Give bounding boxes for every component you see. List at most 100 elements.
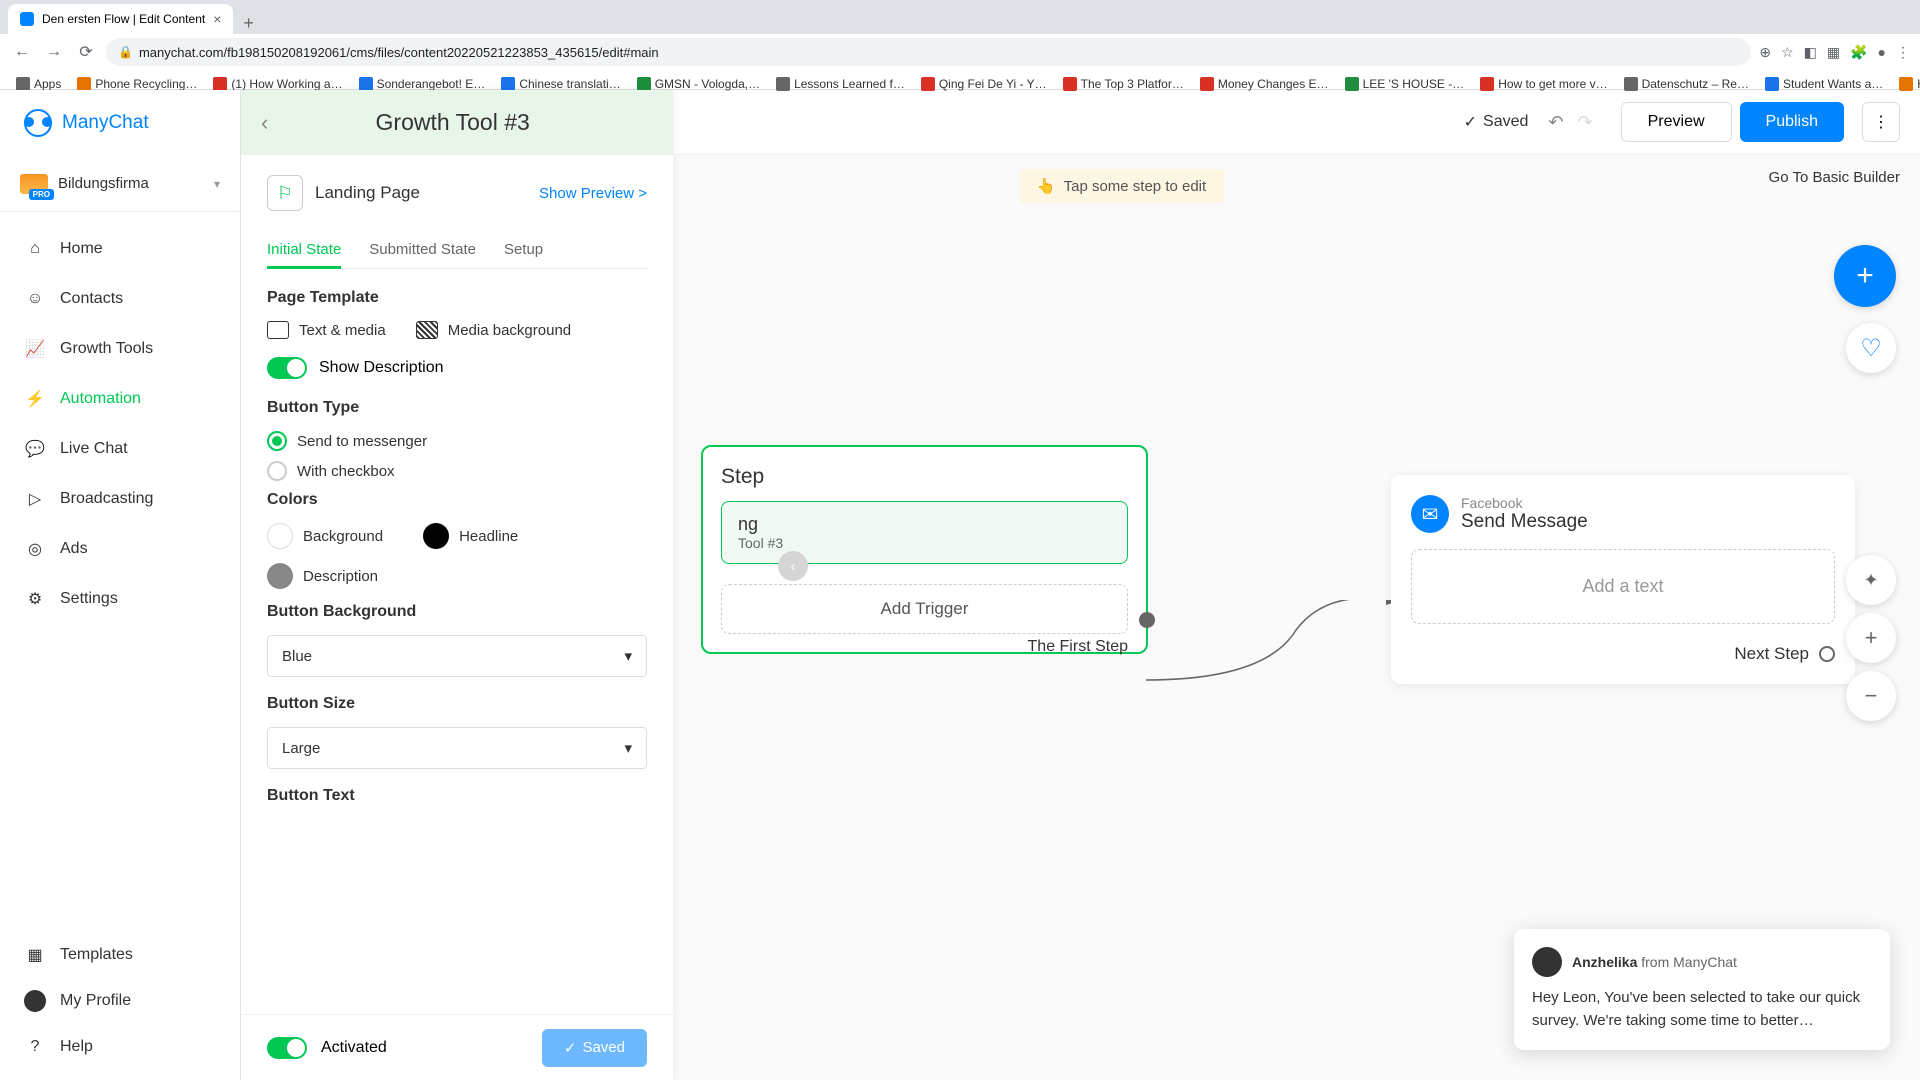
- tab-initial-state[interactable]: Initial State: [267, 231, 341, 268]
- step-node[interactable]: Step ng Tool #3 ‹ Add Trigger The First …: [701, 445, 1148, 654]
- org-name: Bildungsfirma: [58, 175, 204, 192]
- sidebar-item-templates[interactable]: ▦Templates: [0, 932, 240, 978]
- home-icon: ⌂: [24, 238, 46, 260]
- section-button-type: Button Type: [267, 399, 647, 417]
- more-menu-button[interactable]: ⋮: [1862, 102, 1900, 142]
- org-selector[interactable]: PRO Bildungsfirma ▾: [0, 156, 240, 212]
- section-button-text: Button Text: [267, 787, 647, 805]
- star-icon[interactable]: ☆: [1781, 44, 1794, 61]
- step-title: Step: [721, 465, 1128, 489]
- saved-button[interactable]: ✓Saved: [542, 1029, 647, 1067]
- radio-send-messenger[interactable]: Send to messenger: [267, 431, 647, 451]
- media-bg-icon: [416, 321, 438, 339]
- option-media-bg[interactable]: Media background: [416, 321, 571, 339]
- address-bar[interactable]: 🔒 manychat.com/fb198150208192061/cms/fil…: [106, 38, 1751, 66]
- type-label: Landing Page: [315, 183, 527, 203]
- sidebar-item-help[interactable]: ?Help: [0, 1024, 240, 1070]
- panel-back-button[interactable]: ‹: [261, 110, 268, 136]
- output-connector[interactable]: [1819, 646, 1835, 662]
- new-tab-button[interactable]: +: [233, 13, 264, 34]
- add-trigger-button[interactable]: Add Trigger: [721, 584, 1128, 634]
- add-text-button[interactable]: Add a text: [1411, 549, 1835, 624]
- color-headline[interactable]: Headline: [423, 523, 518, 549]
- extension-icon[interactable]: ▦: [1827, 44, 1840, 61]
- add-step-fab[interactable]: +: [1834, 245, 1896, 307]
- chat-popup[interactable]: Anzhelika from ManyChat Hey Leon, You've…: [1514, 929, 1890, 1050]
- next-step-label: Next Step: [1734, 644, 1809, 664]
- sidebar-item-growth-tools[interactable]: 📈Growth Tools: [0, 324, 240, 374]
- landing-page-icon: ⚐: [267, 175, 303, 211]
- tab-submitted-state[interactable]: Submitted State: [369, 231, 476, 268]
- puzzle-icon[interactable]: 🧩: [1850, 44, 1867, 61]
- sidebar-item-broadcasting[interactable]: ▷Broadcasting: [0, 474, 240, 524]
- profile-icon[interactable]: ●: [1878, 44, 1886, 61]
- zoom-in-button[interactable]: +: [1846, 613, 1896, 663]
- chat-icon: 💬: [24, 438, 46, 460]
- forward-button[interactable]: →: [42, 40, 66, 64]
- org-icon: PRO: [20, 174, 48, 194]
- platform-label: Facebook: [1461, 495, 1588, 511]
- back-button[interactable]: ←: [10, 40, 34, 64]
- option-text-media[interactable]: Text & media: [267, 321, 386, 339]
- radio-icon: [267, 461, 287, 481]
- chevron-down-icon: ▾: [624, 647, 632, 665]
- sidebar-item-settings[interactable]: ⚙Settings: [0, 574, 240, 624]
- lock-icon: 🔒: [118, 45, 133, 59]
- chat-message: Hey Leon, You've been selected to take o…: [1532, 987, 1872, 1032]
- tab-setup[interactable]: Setup: [504, 231, 543, 268]
- help-icon: ?: [24, 1036, 46, 1058]
- sidebar-item-live-chat[interactable]: 💬Live Chat: [0, 424, 240, 474]
- sidebar-item-automation[interactable]: ⚡Automation: [0, 374, 240, 424]
- connector-line: [1146, 600, 1396, 700]
- landing-subtitle: Tool #3: [738, 535, 1111, 551]
- color-description[interactable]: Description: [267, 563, 378, 589]
- preview-button[interactable]: Preview: [1621, 102, 1732, 142]
- logo[interactable]: ManyChat: [0, 90, 240, 156]
- undo-button[interactable]: ↶: [1548, 112, 1563, 133]
- message-node[interactable]: ✉ Facebook Send Message Add a text Next …: [1391, 475, 1855, 684]
- menu-icon[interactable]: ⋮: [1896, 44, 1910, 61]
- landing-text: ng: [738, 514, 1111, 535]
- swatch-icon: [267, 563, 293, 589]
- pointer-icon: 👆: [1037, 177, 1056, 195]
- color-background[interactable]: Background: [267, 523, 383, 549]
- extension-icon[interactable]: ◧: [1804, 44, 1817, 61]
- avatar-icon: [1532, 947, 1562, 977]
- gear-icon: ⚙: [24, 588, 46, 610]
- section-colors: Colors: [267, 491, 647, 509]
- swatch-icon: [423, 523, 449, 549]
- radio-with-checkbox[interactable]: With checkbox: [267, 461, 647, 481]
- show-preview-link[interactable]: Show Preview >: [539, 185, 647, 202]
- sidebar-item-contacts[interactable]: ☺Contacts: [0, 274, 240, 324]
- close-icon[interactable]: ×: [213, 11, 221, 27]
- auto-layout-fab[interactable]: ✦: [1846, 555, 1896, 605]
- tab-favicon-icon: [20, 12, 34, 26]
- basic-builder-link[interactable]: Go To Basic Builder: [1769, 169, 1900, 186]
- landing-page-trigger[interactable]: ng Tool #3 ‹: [721, 501, 1128, 564]
- sidebar-item-home[interactable]: ⌂Home: [0, 224, 240, 274]
- swatch-icon: [267, 523, 293, 549]
- redo-button: ↷: [1578, 112, 1593, 133]
- button-size-select[interactable]: Large▾: [267, 727, 647, 769]
- chevron-down-icon: ▾: [624, 739, 632, 757]
- sidebar-item-ads[interactable]: ◎Ads: [0, 524, 240, 574]
- show-description-toggle[interactable]: [267, 357, 307, 379]
- chevron-down-icon: ▾: [214, 177, 220, 191]
- sidebar-item-profile[interactable]: My Profile: [0, 978, 240, 1024]
- avatar-icon: [24, 990, 46, 1012]
- reload-button[interactable]: ⟳: [74, 40, 98, 64]
- section-button-bg: Button Background: [267, 603, 647, 621]
- button-bg-select[interactable]: Blue▾: [267, 635, 647, 677]
- publish-button[interactable]: Publish: [1740, 102, 1844, 142]
- zoom-out-button[interactable]: −: [1846, 671, 1896, 721]
- url-text: manychat.com/fb198150208192061/cms/files…: [139, 45, 659, 60]
- favorite-fab[interactable]: ♡: [1846, 323, 1896, 373]
- ads-icon: ◎: [24, 538, 46, 560]
- translate-icon[interactable]: ⊕: [1759, 44, 1771, 61]
- activated-toggle[interactable]: [267, 1037, 307, 1059]
- automation-icon: ⚡: [24, 388, 46, 410]
- message-title: Send Message: [1461, 511, 1588, 533]
- saved-indicator: ✓Saved: [1464, 112, 1529, 132]
- browser-tab[interactable]: Den ersten Flow | Edit Content ×: [8, 4, 233, 34]
- prev-circle-icon[interactable]: ‹: [778, 551, 808, 581]
